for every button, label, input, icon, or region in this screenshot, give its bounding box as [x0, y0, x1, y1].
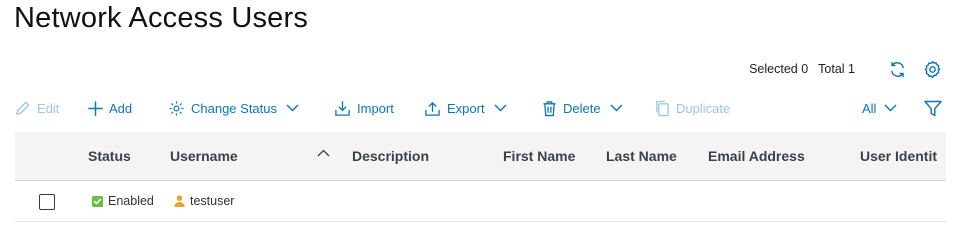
chevron-down-icon: [610, 104, 623, 112]
edit-label: Edit: [37, 100, 60, 116]
status-badge: Enabled: [92, 182, 154, 220]
import-button[interactable]: Import: [334, 95, 394, 121]
import-label: Import: [357, 100, 394, 116]
duplicate-label: Duplicate: [676, 100, 731, 116]
column-header-email-address[interactable]: Email Address: [708, 132, 805, 180]
duplicate-icon: [656, 100, 669, 116]
column-header-status[interactable]: Status: [88, 132, 131, 180]
add-button[interactable]: Add: [88, 95, 132, 121]
delete-button[interactable]: Delete: [542, 95, 623, 121]
delete-label: Delete: [563, 100, 601, 116]
chevron-down-icon: [494, 104, 507, 112]
table-header: Status Username Description First Name L…: [15, 132, 946, 181]
duplicate-button[interactable]: Duplicate: [655, 95, 730, 121]
export-label: Export: [447, 100, 485, 116]
filter-icon[interactable]: [924, 95, 942, 121]
add-label: Add: [109, 100, 133, 116]
column-header-username[interactable]: Username: [170, 132, 238, 180]
toolbar: Edit Add Change Status Import Export Del…: [0, 95, 960, 121]
selection-summary: Selected 0 Total 1: [749, 59, 942, 79]
export-button[interactable]: Export: [424, 95, 507, 121]
filter-select[interactable]: All: [862, 95, 897, 121]
column-header-last-name[interactable]: Last Name: [606, 132, 677, 180]
refresh-icon[interactable]: [887, 59, 907, 79]
table-row[interactable]: Enabled testuser: [15, 182, 946, 222]
trash-icon: [543, 100, 556, 116]
import-icon: [335, 100, 350, 116]
check-icon: [92, 195, 103, 207]
column-header-user-identity[interactable]: User Identit: [860, 132, 937, 180]
chevron-down-icon: [286, 104, 299, 112]
total-count: Total 1: [818, 62, 855, 76]
chevron-down-icon: [884, 104, 897, 112]
pencil-icon: [16, 101, 30, 115]
selected-count: Selected 0: [749, 62, 809, 76]
username-cell[interactable]: testuser: [174, 182, 234, 220]
change-status-button[interactable]: Change Status: [168, 95, 299, 121]
page-title: Network Access Users: [14, 2, 309, 34]
filter-select-value: All: [862, 100, 877, 116]
row-select-checkbox[interactable]: [39, 194, 55, 210]
column-header-first-name[interactable]: First Name: [503, 132, 575, 180]
sort-ascending-icon[interactable]: [317, 149, 330, 157]
user-icon: [174, 195, 185, 207]
username-text: testuser: [190, 194, 235, 208]
column-header-description[interactable]: Description: [352, 132, 429, 180]
change-status-icon: [169, 100, 184, 116]
gear-icon[interactable]: [922, 59, 942, 79]
change-status-label: Change Status: [191, 100, 278, 116]
status-text: Enabled: [108, 194, 154, 208]
plus-icon: [88, 100, 103, 116]
edit-button[interactable]: Edit: [14, 95, 59, 121]
export-icon: [425, 101, 440, 116]
